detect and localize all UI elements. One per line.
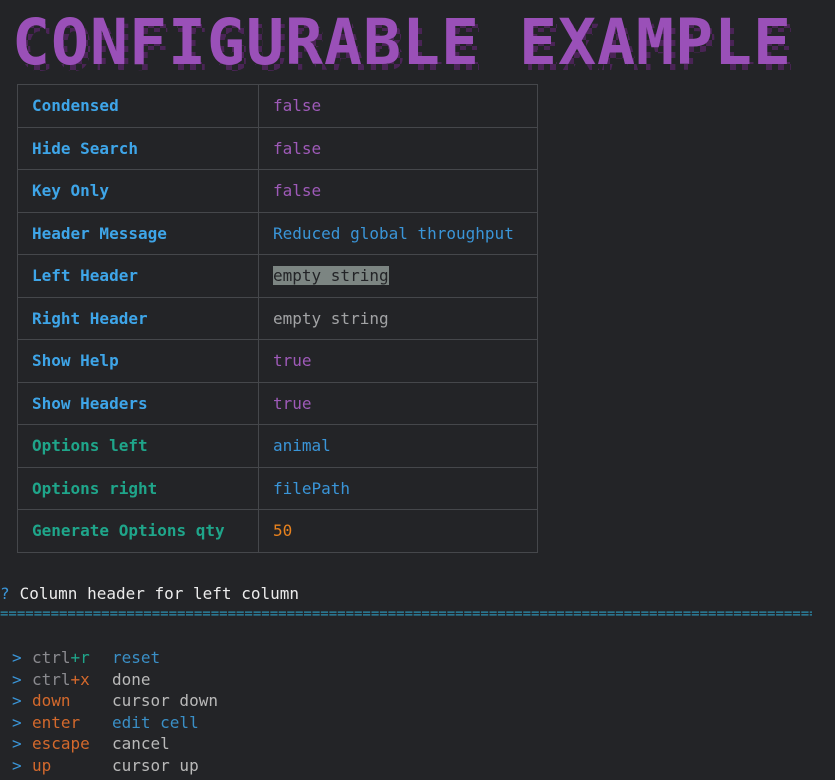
config-value[interactable]: false [273,96,321,115]
config-value[interactable]: empty string [273,309,389,328]
config-table-body: Condensed false Hide Search false Key Only fa… [17,84,538,553]
config-row[interactable]: Hide Search false [17,126,538,170]
config-key: Generate Options qty [17,509,259,553]
config-value[interactable]: Reduced global throughput [273,224,514,243]
config-value[interactable]: animal [273,436,331,455]
help-key-part: ctrl [32,648,71,667]
config-key: Condensed [17,84,259,128]
help-description: cancel [112,734,170,753]
help-description: reset [112,648,161,667]
help-key: ctrl+r [32,647,112,669]
config-value[interactable]: filePath [273,479,350,498]
banner-art: CONFIGURABLE EXAMPLE CONFIGURABLE EXAMPL… [12,6,795,76]
config-row[interactable]: Show Help true [17,339,538,383]
help-key-part: ctrl [32,669,71,689]
config-key: Show Headers [17,381,259,425]
config-value[interactable]: false [273,139,321,158]
config-row[interactable]: Key Only false [17,169,538,213]
input-prompt: ? Column header for left column [0,584,299,603]
help-arrow: > [12,691,22,710]
help-arrow: > [12,755,22,775]
config-value[interactable]: 50 [273,521,292,540]
config-value-cell[interactable]: false [258,169,538,213]
help-item: > enter edit cell [12,712,218,734]
help-key: ctrl+x [32,669,112,691]
config-key: Right Header [17,296,259,340]
help-item: > ctrl+x done [12,669,218,691]
help-item: > ctrl+r reset [12,647,218,669]
help-arrow: > [12,648,22,667]
help-item: > up cursor up [12,755,218,777]
config-value-cell[interactable]: true [258,339,538,383]
config-value-selected[interactable]: empty string [273,266,389,286]
config-row[interactable]: Generate Options qty 50 [17,509,538,553]
config-key: Key Only [17,169,259,213]
config-key: Hide Search [17,126,259,170]
help-arrow: > [12,669,22,689]
banner: CONFIGURABLE EXAMPLE CONFIGURABLE EXAMPL… [10,4,800,76]
help-arrow: > [12,734,22,753]
config-value-cell[interactable]: empty string [258,254,538,298]
config-row[interactable]: Condensed false [17,84,538,128]
help-arrow: > [12,712,22,732]
help-key-part: enter [32,712,81,732]
help-key-part: +r [70,648,90,667]
banner-title: CONFIGURABLE EXAMPLE [12,6,792,76]
config-value[interactable]: false [273,181,321,200]
config-table: Condensed false Hide Search false Key Only fa… [17,84,538,553]
config-value-cell[interactable]: Reduced global throughput [258,211,538,255]
config-row[interactable]: Options left animal [17,424,538,468]
help-description: cursor down [112,691,218,710]
prompt-marker: ? [0,584,10,603]
help-key-part: down [32,691,71,710]
config-key: Options right [17,466,259,510]
config-value[interactable]: true [273,351,312,370]
config-value-cell[interactable]: filePath [258,466,538,510]
help-key: down [32,690,112,712]
config-key: Options left [17,424,259,468]
help-key: enter [32,712,112,734]
help-item: > escape cancel [12,733,218,755]
help-key-part: +x [70,669,90,689]
help-key: up [32,755,112,777]
help-key-part: up [32,755,52,775]
help-item: > down cursor down [12,690,218,712]
config-key: Show Help [17,339,259,383]
config-value-cell[interactable]: true [258,381,538,425]
help-list: > ctrl+r reset > ctrl+x done > down cursor down >… [12,647,218,776]
config-row[interactable]: Left Header empty string [17,254,538,298]
divider-line: ========================================… [0,607,812,621]
config-value-cell[interactable]: 50 [258,509,538,553]
config-row[interactable]: Show Headers true [17,381,538,425]
config-key: Left Header [17,254,259,298]
help-description: cursor up [112,755,199,775]
config-key: Header Message [17,211,259,255]
config-value-cell[interactable]: false [258,84,538,128]
help-key-part: escape [32,734,90,753]
help-description: edit cell [112,712,199,732]
config-value[interactable]: true [273,394,312,413]
help-key: escape [32,733,112,755]
config-value-cell[interactable]: false [258,126,538,170]
config-row[interactable]: Header Message Reduced global throughput [17,211,538,255]
config-row[interactable]: Right Header empty string [17,296,538,340]
config-value-cell[interactable]: empty string [258,296,538,340]
help-description: done [112,669,151,689]
config-value-cell[interactable]: animal [258,424,538,468]
prompt-text: Column header for left column [19,584,299,603]
config-row[interactable]: Options right filePath [17,466,538,510]
